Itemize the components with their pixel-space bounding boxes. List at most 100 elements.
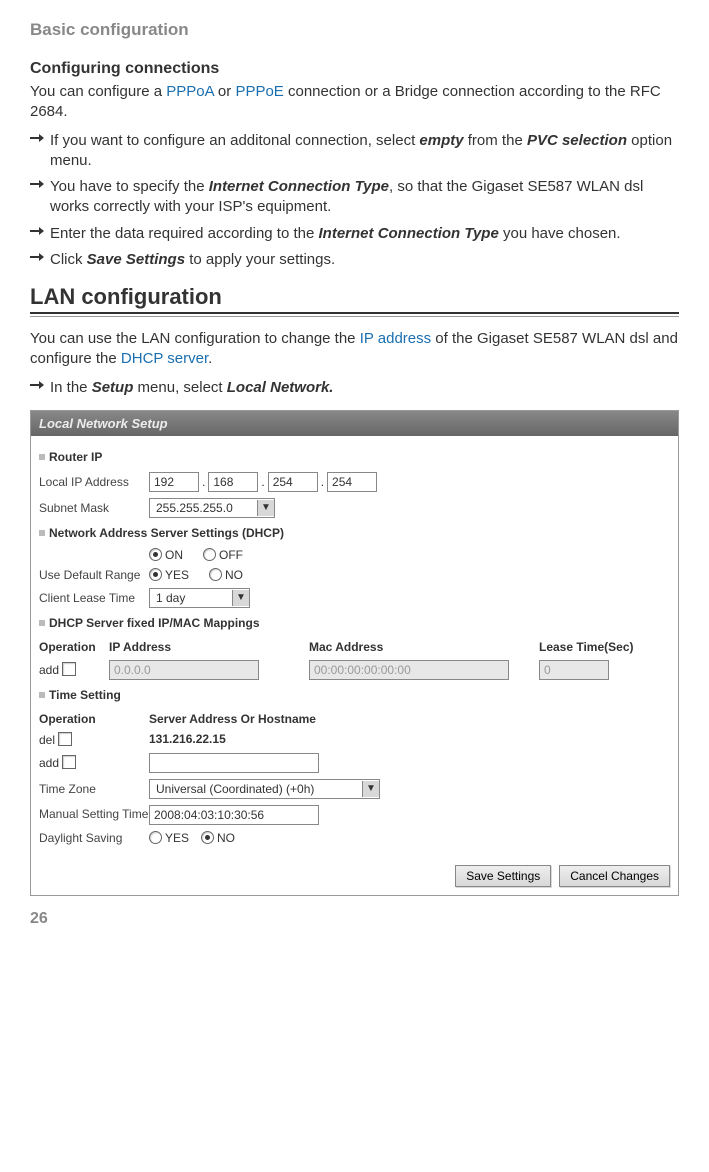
fixed-mappings-header: DHCP Server fixed IP/MAC Mappings (39, 616, 670, 630)
dropdown-icon: ▼ (232, 590, 249, 606)
time-table-header: Operation Server Address Or Hostname (39, 712, 670, 726)
radio-label: ON (165, 548, 183, 562)
default-range-label: Use Default Range (39, 568, 149, 582)
text: to apply your settings. (185, 251, 335, 268)
dropdown-icon: ▼ (362, 781, 379, 797)
arrow-icon (30, 250, 50, 270)
add-checkbox[interactable] (62, 755, 76, 769)
text: You can use the LAN configuration to cha… (30, 330, 360, 347)
text: or (214, 83, 236, 100)
mapping-ip-input[interactable] (109, 660, 259, 680)
radio-dhcp-off[interactable] (203, 548, 216, 561)
radio-label: YES (165, 568, 189, 582)
time-row-del: del 131.216.22.15 (39, 732, 670, 747)
mappings-table-header: Operation IP Address Mac Address Lease T… (39, 640, 670, 654)
del-checkbox[interactable] (58, 732, 72, 746)
bullet-text: Enter the data required according to the… (50, 224, 621, 244)
bullet-2: You have to specify the Internet Connect… (30, 177, 679, 218)
time-row-add: add (39, 753, 670, 773)
daylight-label: Daylight Saving (39, 831, 149, 845)
text: you have chosen. (499, 225, 621, 242)
radio-label: NO (217, 831, 235, 845)
cancel-changes-button[interactable]: Cancel Changes (559, 865, 670, 887)
text: DHCP Server fixed IP/MAC Mappings (49, 616, 260, 630)
add-checkbox[interactable] (62, 662, 76, 676)
radio-range-yes[interactable] (149, 568, 162, 581)
col-operation: Operation (39, 712, 149, 726)
ip-octet-3[interactable] (268, 472, 318, 492)
radio-daylight-yes[interactable] (149, 831, 162, 844)
text-bold: PVC selection (527, 132, 627, 149)
radio-label: OFF (219, 548, 243, 562)
divider (30, 312, 679, 317)
dhcp-header: Network Address Server Settings (DHCP) (39, 526, 670, 540)
manual-time-input[interactable] (149, 805, 319, 825)
timezone-select[interactable]: Universal (Coordinated) (+0h) ▼ (149, 779, 380, 799)
text-bold: Local Network. (227, 379, 334, 396)
ip-octet-1[interactable] (149, 472, 199, 492)
text: You can configure a (30, 83, 166, 100)
mapping-mac-input[interactable] (309, 660, 509, 680)
link-ip-address[interactable]: IP address (360, 330, 431, 347)
square-icon (39, 620, 45, 626)
radio-dhcp-on[interactable] (149, 548, 162, 561)
text: In the (50, 379, 92, 396)
lease-time-label: Client Lease Time (39, 591, 149, 605)
save-settings-button[interactable]: Save Settings (455, 865, 551, 887)
arrow-icon (30, 177, 50, 218)
lease-time-select[interactable]: 1 day ▼ (149, 588, 250, 608)
bullet-text: You have to specify the Internet Connect… (50, 177, 679, 218)
col-operation: Operation (39, 640, 109, 654)
link-pppoa[interactable]: PPPoA (166, 83, 214, 100)
page-header: Basic configuration (30, 20, 679, 40)
time-setting-header: Time Setting (39, 688, 670, 702)
arrow-icon (30, 378, 50, 398)
radio-daylight-no[interactable] (201, 831, 214, 844)
lan-paragraph: You can use the LAN configuration to cha… (30, 329, 679, 370)
text-bold: Save Settings (87, 251, 185, 268)
col-lease: Lease Time(Sec) (539, 640, 659, 654)
radio-range-no[interactable] (209, 568, 222, 581)
square-icon (39, 454, 45, 460)
mapping-row-add: add (39, 660, 670, 680)
router-ip-header: Router IP (39, 450, 670, 464)
manual-time-label: Manual Setting Time (39, 808, 149, 821)
bullet-text: Click Save Settings to apply your settin… (50, 250, 335, 270)
server-hostname-input[interactable] (149, 753, 319, 773)
text: from the (464, 132, 527, 149)
text: Network Address Server Settings (DHCP) (49, 526, 284, 540)
radio-label: NO (225, 568, 243, 582)
text: Click (50, 251, 87, 268)
panel-title: Local Network Setup (31, 411, 678, 436)
text: menu, select (133, 379, 226, 396)
text: Enter the data required according to the (50, 225, 319, 242)
lan-heading: LAN configuration (30, 284, 679, 310)
ip-octet-2[interactable] (208, 472, 258, 492)
configuring-title: Configuring connections (30, 60, 679, 78)
text-bold: Internet Connection Type (319, 225, 499, 242)
subnet-label: Subnet Mask (39, 501, 149, 515)
ip-octet-4[interactable] (327, 472, 377, 492)
mapping-lease-input[interactable] (539, 660, 609, 680)
arrow-icon (30, 224, 50, 244)
link-dhcp-server[interactable]: DHCP server (121, 350, 208, 367)
bullet-setup: In the Setup menu, select Local Network. (30, 378, 679, 398)
text: Time Setting (49, 688, 121, 702)
bullet-text: If you want to configure an additonal co… (50, 131, 679, 172)
bullet-text: In the Setup menu, select Local Network. (50, 378, 333, 398)
col-mac: Mac Address (309, 640, 539, 654)
text-bold: Internet Connection Type (209, 178, 389, 195)
subnet-select[interactable]: 255.255.255.0 ▼ (149, 498, 275, 518)
del-label: del (39, 733, 55, 747)
text-bold: empty (419, 132, 463, 149)
link-pppoe[interactable]: PPPoE (235, 83, 283, 100)
bullet-3: Enter the data required according to the… (30, 224, 679, 244)
page-number: 26 (30, 910, 679, 928)
intro-paragraph: You can configure a PPPoA or PPPoE conne… (30, 82, 679, 123)
select-value: 255.255.255.0 (150, 499, 257, 517)
local-network-setup-panel: Local Network Setup Router IP Local IP A… (30, 410, 679, 896)
select-value: Universal (Coordinated) (+0h) (150, 780, 362, 798)
local-ip-label: Local IP Address (39, 475, 149, 489)
text: Router IP (49, 450, 102, 464)
text-bold: Setup (92, 379, 134, 396)
